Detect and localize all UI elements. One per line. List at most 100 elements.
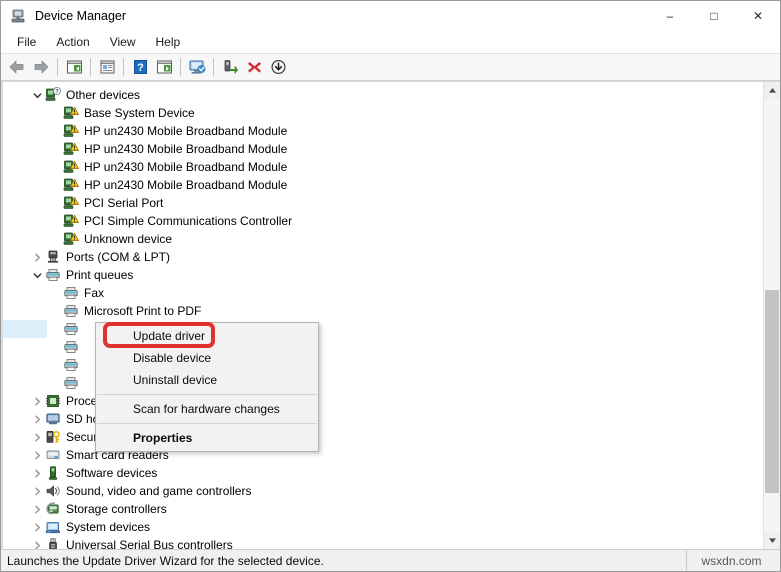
close-button[interactable]: ✕ <box>736 1 780 31</box>
context-menu-item-properties[interactable]: Properties <box>96 427 318 449</box>
tree-row[interactable]: PCI Simple Communications Controller <box>3 212 763 230</box>
toolbar-separator <box>57 58 58 76</box>
context-menu-item-label: Update driver <box>133 329 206 343</box>
watermark-text: wsxdn.com <box>701 553 762 568</box>
context-menu[interactable]: Update driver Disable device Uninstall dev… <box>95 322 319 452</box>
tree-row-label: Print queues <box>66 268 134 282</box>
tree-row[interactable]: Ports (COM & LPT) <box>3 248 763 266</box>
forward-icon[interactable] <box>29 56 53 79</box>
software-device-icon <box>45 465 61 481</box>
smart-card-reader-icon <box>45 447 61 463</box>
chevron-right-icon[interactable] <box>29 248 45 266</box>
chevron-right-icon[interactable] <box>29 518 45 536</box>
tree-row[interactable]: PCI Serial Port <box>3 194 763 212</box>
update-driver-icon[interactable] <box>218 56 242 79</box>
toolbar-separator <box>213 58 214 76</box>
properties-icon[interactable] <box>95 56 119 79</box>
context-menu-item-uninstall-device[interactable]: Uninstall device <box>96 369 318 391</box>
tree-row[interactable]: HP un2430 Mobile Broadband Module <box>3 158 763 176</box>
system-device-icon <box>45 519 61 535</box>
context-menu-item-scan-for-hardware-changes[interactable]: Scan for hardware changes <box>96 398 318 420</box>
tree-row[interactable]: HP un2430 Mobile Broadband Module <box>3 122 763 140</box>
chevron-right-icon[interactable] <box>29 482 45 500</box>
tree-row-label: HP un2430 Mobile Broadband Module <box>84 124 288 138</box>
tree-row-label: Storage controllers <box>66 502 167 516</box>
chevron-right-icon[interactable] <box>29 428 45 446</box>
context-menu-item-update-driver[interactable]: Update driver <box>96 325 318 347</box>
security-device-icon <box>45 429 61 445</box>
tree-row[interactable]: HP un2430 Mobile Broadband Module <box>3 176 763 194</box>
printer-icon <box>63 375 79 391</box>
svg-text:?: ? <box>55 89 58 95</box>
context-menu-separator <box>97 394 317 395</box>
scrollbar-thumb[interactable] <box>765 289 779 494</box>
context-menu-item-disable-device[interactable]: Disable device <box>96 347 318 369</box>
printer-icon <box>63 303 79 319</box>
window-controls: – □ ✕ <box>648 1 780 31</box>
scroll-down-arrow-icon[interactable] <box>764 532 780 549</box>
menu-action[interactable]: Action <box>46 32 99 52</box>
printer-icon <box>63 285 79 301</box>
toolbar-separator <box>90 58 91 76</box>
tree-row[interactable]: Sound, video and game controllers <box>3 482 763 500</box>
menu-file[interactable]: File <box>7 32 46 52</box>
chevron-right-icon[interactable] <box>29 464 45 482</box>
tree-row[interactable]: Storage controllers <box>3 500 763 518</box>
processor-icon <box>45 393 61 409</box>
tree-row[interactable]: Print queues <box>3 266 763 284</box>
printer-icon <box>63 357 79 373</box>
tree-row[interactable]: HP un2430 Mobile Broadband Module <box>3 140 763 158</box>
tree-row[interactable]: Unknown device <box>3 230 763 248</box>
disable-device-icon[interactable] <box>266 56 290 79</box>
show-hide-console-tree-icon[interactable] <box>62 56 86 79</box>
tree-row-label: HP un2430 Mobile Broadband Module <box>84 142 288 156</box>
tree-row-label: System devices <box>66 520 151 534</box>
device-manager-window: Device Manager – □ ✕ File Action View He… <box>0 0 781 572</box>
tree-row[interactable]: Fax <box>3 284 763 302</box>
uninstall-device-icon[interactable] <box>242 56 266 79</box>
tree-row[interactable] <box>3 320 78 338</box>
tree-row[interactable]: ? Other devices <box>3 86 763 104</box>
show-hide-action-pane-icon[interactable] <box>152 56 176 79</box>
menu-help[interactable]: Help <box>146 32 191 52</box>
svg-text:?: ? <box>137 62 144 74</box>
tree-row-label: Software devices <box>66 466 158 480</box>
scan-for-hardware-changes-icon[interactable] <box>185 56 209 79</box>
chevron-right-icon[interactable] <box>29 446 45 464</box>
port-icon <box>45 249 61 265</box>
tree-row[interactable]: Base System Device <box>3 104 763 122</box>
tree-row-label: Other devices <box>66 88 141 102</box>
scrollbar-track[interactable] <box>764 99 780 532</box>
tree-row[interactable]: Microsoft Print to PDF <box>3 302 763 320</box>
chevron-right-icon[interactable] <box>29 500 45 518</box>
context-menu-item-label: Scan for hardware changes <box>133 402 280 416</box>
scroll-up-arrow-icon[interactable] <box>764 82 780 99</box>
toolbar-separator <box>180 58 181 76</box>
device-manager-icon <box>10 8 26 24</box>
warning-device-icon <box>63 141 79 157</box>
tree-row-label: PCI Serial Port <box>84 196 164 210</box>
chevron-right-icon[interactable] <box>29 410 45 428</box>
help-icon[interactable]: ? <box>128 56 152 79</box>
chevron-right-icon[interactable] <box>29 536 45 549</box>
tree-row[interactable]: Universal Serial Bus controllers <box>3 536 763 549</box>
tree-row-label: Sound, video and game controllers <box>66 484 252 498</box>
chevron-right-icon[interactable] <box>29 392 45 410</box>
chevron-down-icon[interactable] <box>29 86 45 104</box>
context-menu-separator <box>97 423 317 424</box>
unknown-device-icon: ? <box>45 87 61 103</box>
tree-row[interactable]: System devices <box>3 518 763 536</box>
menu-view[interactable]: View <box>100 32 146 52</box>
context-menu-item-label: Uninstall device <box>133 373 218 387</box>
tree-row[interactable]: Software devices <box>3 464 763 482</box>
back-icon[interactable] <box>5 56 29 79</box>
vertical-scrollbar[interactable] <box>763 82 780 549</box>
maximize-button[interactable]: □ <box>692 1 736 31</box>
warning-device-icon <box>63 213 79 229</box>
usb-controller-icon <box>45 537 61 549</box>
device-tree[interactable]: ? Other devices Base System Device HP un243… <box>1 82 763 549</box>
toolbar: ? <box>1 54 780 81</box>
tree-row-label: Fax <box>84 286 105 300</box>
chevron-down-icon[interactable] <box>29 266 45 284</box>
minimize-button[interactable]: – <box>648 1 692 31</box>
